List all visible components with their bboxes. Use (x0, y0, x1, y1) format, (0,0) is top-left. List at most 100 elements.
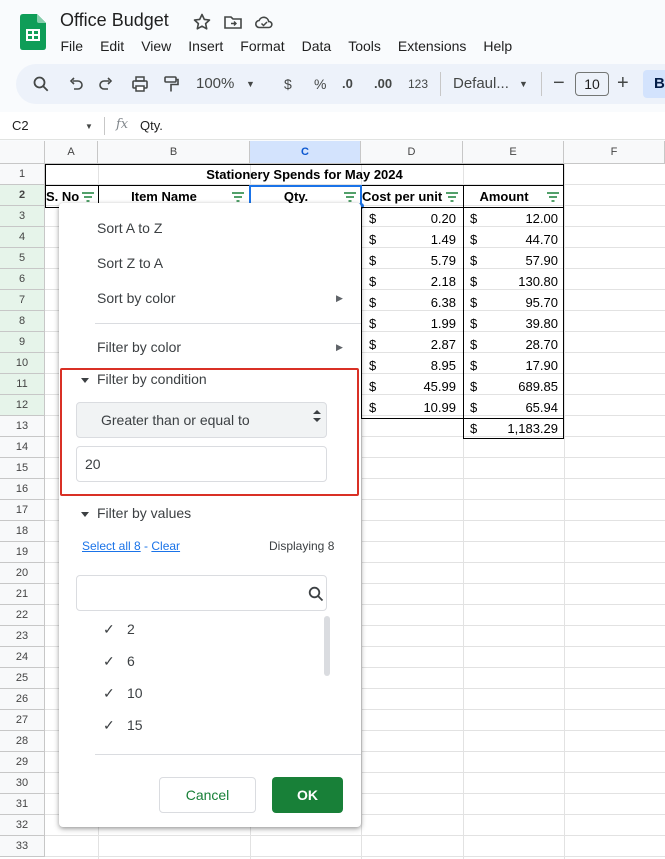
filter-icon[interactable] (446, 192, 458, 202)
menu-view[interactable]: View (133, 37, 180, 55)
row-header[interactable]: 20 (0, 563, 45, 584)
column-header-c[interactable]: C (250, 141, 361, 164)
filter-icon[interactable] (547, 192, 559, 202)
sheets-logo-icon[interactable] (20, 14, 46, 50)
values-search-input[interactable] (76, 575, 327, 611)
row-header[interactable]: 13 (0, 416, 45, 437)
menu-data[interactable]: Data (293, 37, 340, 55)
decrease-font-size-button[interactable]: − (553, 73, 565, 93)
sort-by-color[interactable]: Sort by color (97, 290, 176, 306)
menu-help[interactable]: Help (475, 37, 521, 55)
redo-icon[interactable] (97, 74, 115, 94)
filter-icon[interactable] (82, 192, 94, 202)
cost-per-unit-cell[interactable]: 2.87 (380, 334, 456, 355)
row-header[interactable]: 7 (0, 290, 45, 311)
currency-format-button[interactable]: $ (284, 74, 292, 94)
row-header[interactable]: 17 (0, 500, 45, 521)
search-menus-icon[interactable] (32, 74, 50, 94)
select-all-link[interactable]: Select all 8 (82, 539, 141, 553)
row-header[interactable]: 16 (0, 479, 45, 500)
menu-extensions[interactable]: Extensions (389, 37, 474, 55)
row-header[interactable]: 21 (0, 584, 45, 605)
sort-z-to-a[interactable]: Sort Z to A (97, 255, 163, 271)
row-header[interactable]: 24 (0, 647, 45, 668)
value-item[interactable]: ✓ 10 (103, 685, 143, 702)
column-header-b[interactable]: B (98, 141, 250, 164)
menu-format[interactable]: Format (232, 37, 293, 55)
row-header[interactable]: 5 (0, 248, 45, 269)
header-cost-per-unit[interactable]: Cost per unit (362, 186, 446, 207)
column-header-f[interactable]: F (564, 141, 665, 164)
value-item[interactable]: ✓ 6 (103, 653, 135, 670)
cost-per-unit-cell[interactable]: 5.79 (380, 250, 456, 271)
print-icon[interactable] (131, 74, 149, 94)
condition-select[interactable]: Greater than or equal to (76, 402, 327, 438)
filter-by-color[interactable]: Filter by color (97, 339, 181, 355)
name-box-dropdown-icon[interactable]: ▼ (85, 122, 93, 131)
cost-per-unit-cell[interactable]: 8.95 (380, 355, 456, 376)
sheet-title-cell[interactable]: Stationery Spends for May 2024 (46, 164, 563, 185)
row-header[interactable]: 9 (0, 332, 45, 353)
row-header[interactable]: 19 (0, 542, 45, 563)
row-header[interactable]: 6 (0, 269, 45, 290)
amount-cell[interactable]: 130.80 (480, 271, 558, 292)
font-size-input[interactable]: 10 (575, 72, 609, 96)
amount-cell[interactable]: 28.70 (480, 334, 558, 355)
column-header-d[interactable]: D (361, 141, 463, 164)
row-header[interactable]: 14 (0, 437, 45, 458)
row-header[interactable]: 28 (0, 731, 45, 752)
font-family-select[interactable]: Defaul... (453, 74, 509, 94)
increase-font-size-button[interactable]: + (617, 73, 629, 93)
value-item[interactable]: ✓ 2 (103, 621, 135, 638)
row-header[interactable]: 26 (0, 689, 45, 710)
header-amount[interactable]: Amount (464, 186, 544, 207)
menu-tools[interactable]: Tools (340, 37, 390, 55)
clear-link[interactable]: Clear (151, 539, 180, 553)
filter-icon[interactable] (232, 192, 244, 202)
row-header[interactable]: 11 (0, 374, 45, 395)
row-header[interactable]: 10 (0, 353, 45, 374)
cloud-status-icon[interactable] (254, 12, 274, 32)
font-dropdown-icon[interactable]: ▼ (519, 74, 528, 94)
amount-cell[interactable]: 44.70 (480, 229, 558, 250)
zoom-select[interactable]: 100% (196, 74, 234, 94)
document-title[interactable]: Office Budget (60, 10, 169, 31)
amount-cell[interactable]: 65.94 (480, 397, 558, 418)
select-all-corner[interactable] (0, 141, 45, 164)
row-header[interactable]: 33 (0, 836, 45, 857)
menu-file[interactable]: File (52, 37, 92, 55)
bold-button[interactable]: B (643, 70, 665, 98)
filter-by-condition-toggle[interactable]: Filter by condition (81, 371, 207, 387)
filter-by-values-toggle[interactable]: Filter by values (81, 505, 191, 521)
cost-per-unit-cell[interactable]: 45.99 (380, 376, 456, 397)
row-header[interactable]: 8 (0, 311, 45, 332)
row-header[interactable]: 18 (0, 521, 45, 542)
star-icon[interactable] (192, 12, 212, 32)
row-header[interactable]: 2 (0, 185, 45, 206)
row-header[interactable]: 27 (0, 710, 45, 731)
row-header[interactable]: 1 (0, 164, 45, 185)
decrease-decimal-button[interactable]: .0 (342, 74, 353, 94)
percent-format-button[interactable]: % (314, 74, 326, 94)
amount-cell[interactable]: 95.70 (480, 292, 558, 313)
cost-per-unit-cell[interactable]: 1.99 (380, 313, 456, 334)
column-header-a[interactable]: A (45, 141, 98, 164)
row-header[interactable]: 30 (0, 773, 45, 794)
amount-cell[interactable]: 689.85 (480, 376, 558, 397)
cost-per-unit-cell[interactable]: 6.38 (380, 292, 456, 313)
cost-per-unit-cell[interactable]: 1.49 (380, 229, 456, 250)
paint-format-icon[interactable] (162, 74, 180, 94)
ok-button[interactable]: OK (272, 777, 343, 813)
row-header[interactable]: 12 (0, 395, 45, 416)
undo-icon[interactable] (67, 74, 85, 94)
cost-per-unit-cell[interactable]: 2.18 (380, 271, 456, 292)
total-amount[interactable]: 1,183.29 (480, 418, 558, 439)
cost-per-unit-cell[interactable]: 0.20 (380, 208, 456, 229)
row-header[interactable]: 3 (0, 206, 45, 227)
move-folder-icon[interactable] (223, 12, 243, 32)
menu-edit[interactable]: Edit (92, 37, 133, 55)
condition-value-input[interactable]: 20 (76, 446, 327, 482)
menu-insert[interactable]: Insert (180, 37, 232, 55)
formula-input[interactable]: Qty. (140, 118, 163, 133)
row-header[interactable]: 4 (0, 227, 45, 248)
